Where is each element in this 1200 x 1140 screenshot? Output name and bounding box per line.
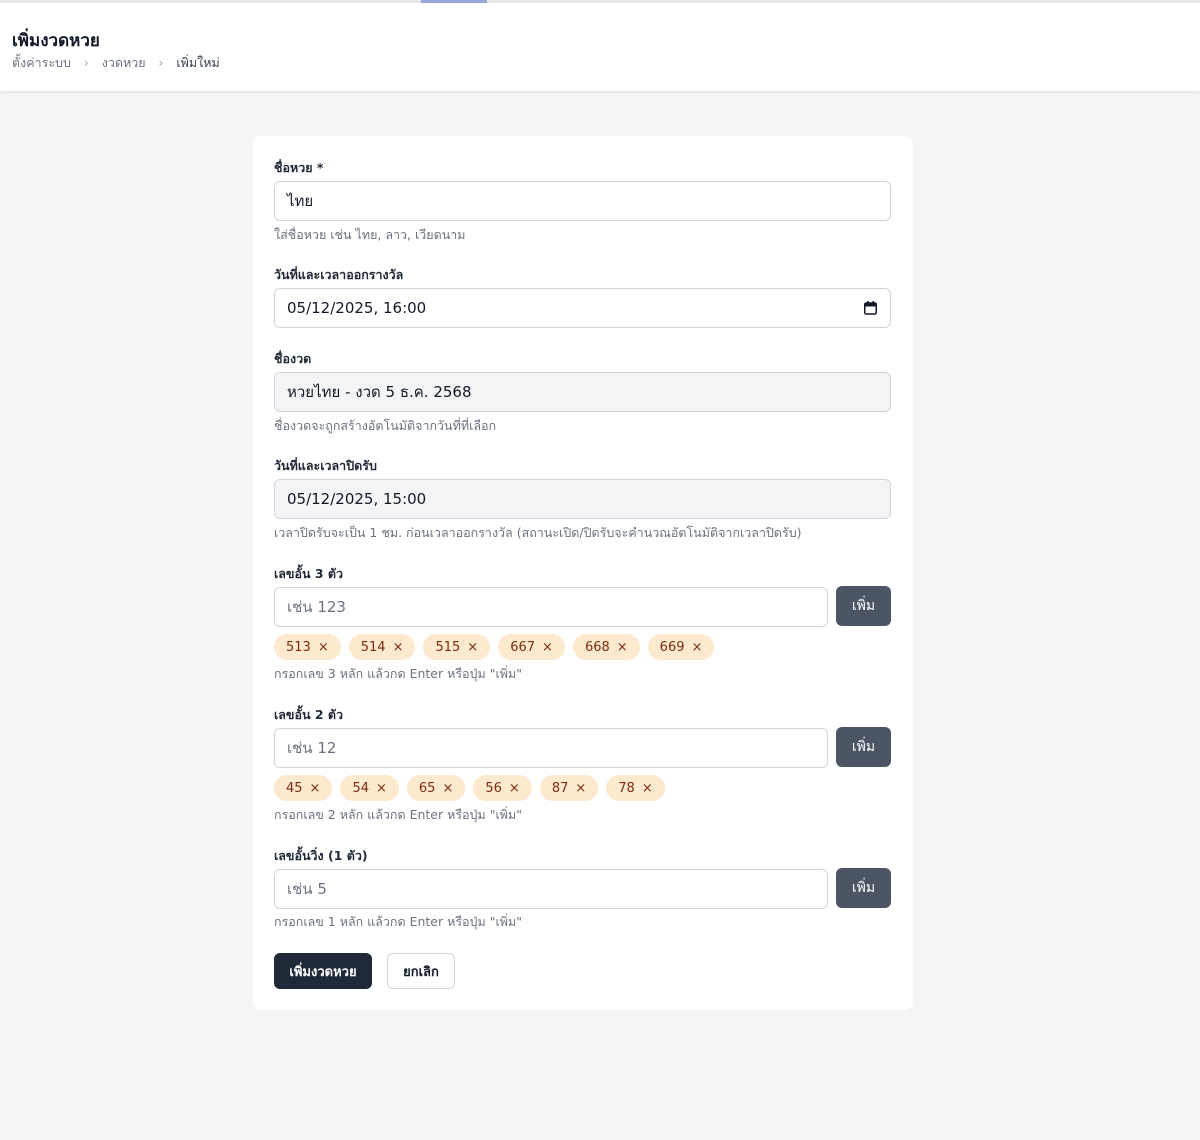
remove-tag-icon[interactable]: × <box>617 640 628 655</box>
number-tag: 513 × <box>274 634 341 660</box>
number-tag: 668 × <box>572 634 640 660</box>
number-tag: 65 × <box>406 775 466 801</box>
block3-placeholder: เช่น 123 <box>287 598 346 616</box>
number-tag: 56 × <box>473 775 532 801</box>
submit-button[interactable]: เพิ่มงวดหวย <box>274 953 372 989</box>
round-name-label: ชื่องวด <box>274 351 312 366</box>
page-header: เพิ่มงวดหวย ตั้งค่าระบบ › งวดหวย › เพิ่ม… <box>0 0 1200 91</box>
block2-input[interactable]: เช่น 12 <box>274 728 828 768</box>
remove-tag-icon[interactable]: × <box>376 781 387 796</box>
close-datetime-value: 05/12/2025, 15:00 <box>287 490 427 508</box>
lottery-name-input[interactable]: ไทย <box>274 181 891 221</box>
block2-placeholder: เช่น 12 <box>287 739 337 757</box>
remove-tag-icon[interactable]: × <box>575 781 586 796</box>
breadcrumb-item-current: เพิ่มใหม่ <box>176 55 220 70</box>
lottery-name-label: ชื่อหวย * <box>274 160 324 175</box>
block1-help: กรอกเลข 1 หลัก แล้วกด Enter หรือปุ่ม "เพ… <box>274 914 522 929</box>
block3-label: เลขอั้น 3 ตัว <box>274 566 344 581</box>
remove-tag-icon[interactable]: × <box>393 640 404 655</box>
lottery-name-help: ใส่ชื่อหวย เช่น ไทย, ลาว, เวียดนาม <box>274 227 466 242</box>
block3-input[interactable]: เช่น 123 <box>274 587 828 627</box>
round-name-input[interactable]: หวยไทย - งวด 5 ธ.ค. 2568 <box>274 372 891 412</box>
remove-tag-icon[interactable]: × <box>318 640 329 655</box>
block1-label: เลขอั้นวิ่ง (1 ตัว) <box>274 848 368 863</box>
draw-datetime-label: วันที่และเวลาออกรางวัล <box>274 267 404 282</box>
block1-add-button[interactable]: เพิ่ม <box>836 868 891 908</box>
remove-tag-icon[interactable]: × <box>442 781 453 796</box>
close-datetime-label: วันที่และเวลาปิดรับ <box>274 458 377 473</box>
breadcrumb-item-lottery-rounds[interactable]: งวดหวย <box>102 53 146 73</box>
block1-placeholder: เช่น 5 <box>287 880 327 898</box>
round-name-help: ชื่องวดจะถูกสร้างอัตโนมัติจากวันที่ที่เล… <box>274 418 497 433</box>
number-tag: 45 × <box>274 775 333 801</box>
block3-help: กรอกเลข 3 หลัก แล้วกด Enter หรือปุ่ม "เพ… <box>274 666 522 681</box>
number-tag: 54 × <box>340 775 399 801</box>
draw-datetime-value: 05/12/2025, 16:00 <box>287 299 427 317</box>
number-tag: 514 × <box>348 634 416 660</box>
cancel-button[interactable]: ยกเลิก <box>387 953 455 989</box>
remove-tag-icon[interactable]: × <box>467 640 478 655</box>
round-name-value: หวยไทย - งวด 5 ธ.ค. 2568 <box>287 383 472 401</box>
number-tag: 87 × <box>539 775 599 801</box>
remove-tag-icon[interactable]: × <box>692 640 703 655</box>
number-tag: 669 × <box>647 634 715 660</box>
remove-tag-icon[interactable]: × <box>642 781 653 796</box>
block2-add-button[interactable]: เพิ่ม <box>836 727 891 767</box>
chevron-right-icon: › <box>83 56 89 70</box>
breadcrumb: ตั้งค่าระบบ › งวดหวย › เพิ่มใหม่ <box>12 53 220 73</box>
block1-input[interactable]: เช่น 5 <box>274 869 828 909</box>
block2-help: กรอกเลข 2 หลัก แล้วกด Enter หรือปุ่ม "เพ… <box>274 807 522 822</box>
number-tag: 667 × <box>498 634 565 660</box>
chevron-right-icon: › <box>158 56 164 70</box>
draw-datetime-input[interactable]: 05/12/2025, 16:00 <box>274 288 891 328</box>
block3-add-button[interactable]: เพิ่ม <box>836 586 891 626</box>
block2-label: เลขอั้น 2 ตัว <box>274 707 344 722</box>
number-tag: 78 × <box>606 775 665 801</box>
block3-tag-list: 513 × 514 × 515 × 667 × 668 × 669 × <box>274 634 722 660</box>
close-datetime-help: เวลาปิดรับจะเป็น 1 ชม. ก่อนเวลาออกรางวัล… <box>274 525 802 540</box>
close-datetime-input[interactable]: 05/12/2025, 15:00 <box>274 479 891 519</box>
block2-tag-list: 45 × 54 × 65 × 56 × 87 × 78 × <box>274 775 673 801</box>
page-title: เพิ่มงวดหวย <box>12 31 100 51</box>
lottery-name-value: ไทย <box>287 192 314 210</box>
active-nav-indicator <box>421 0 487 3</box>
remove-tag-icon[interactable]: × <box>542 640 553 655</box>
breadcrumb-item-settings[interactable]: ตั้งค่าระบบ <box>12 53 71 73</box>
number-tag: 515 × <box>423 634 491 660</box>
remove-tag-icon[interactable]: × <box>509 781 520 796</box>
lottery-round-form: ชื่อหวย * ไทย ใส่ชื่อหวย เช่น ไทย, ลาว, … <box>253 136 913 1010</box>
remove-tag-icon[interactable]: × <box>310 781 321 796</box>
calendar-icon[interactable] <box>864 301 877 315</box>
